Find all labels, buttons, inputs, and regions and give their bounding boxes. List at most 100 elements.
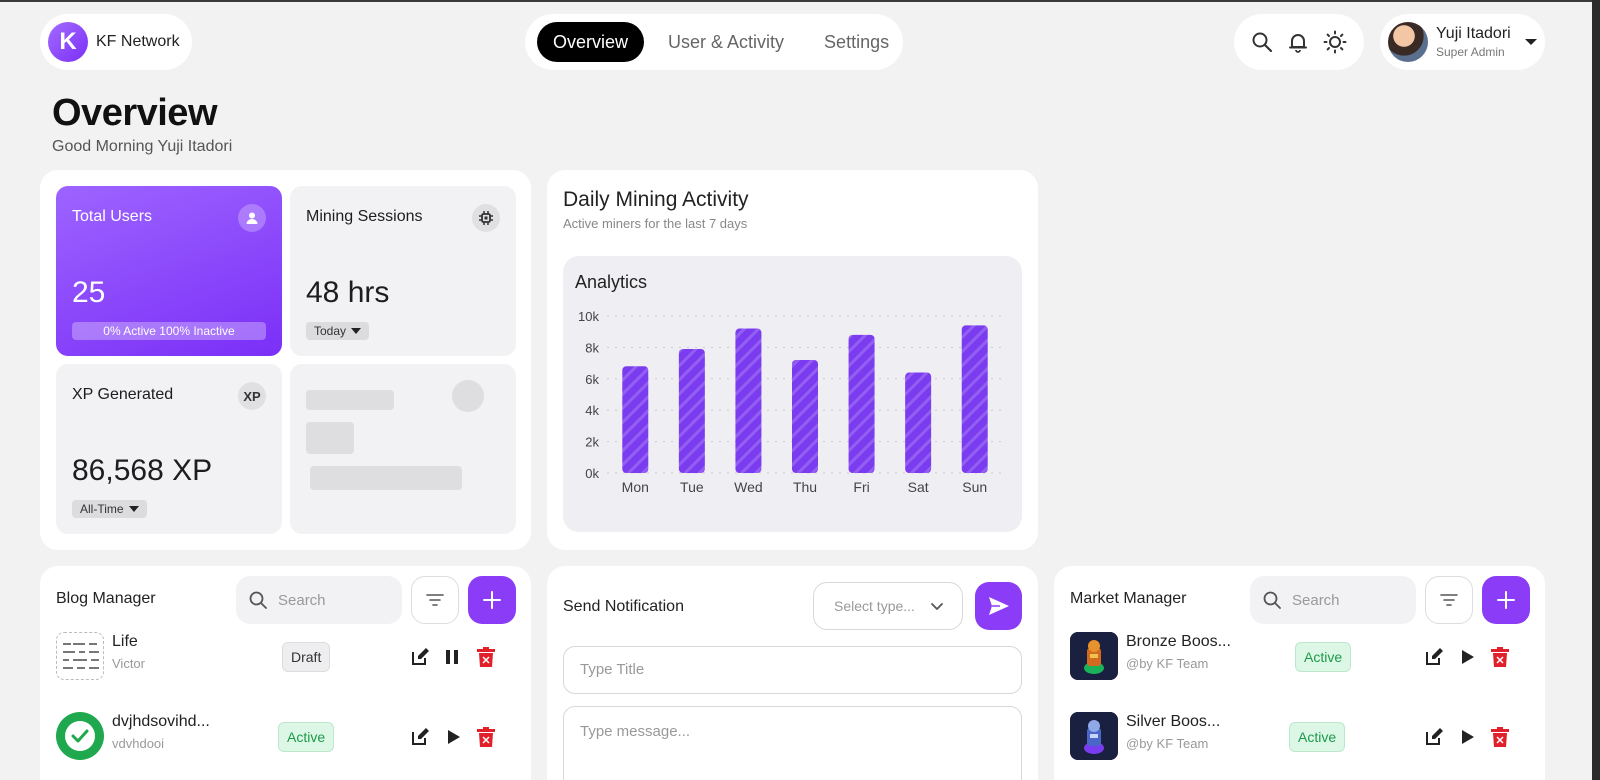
notification-type-select[interactable]: Select type... <box>813 582 963 630</box>
x-tick-label: Thu <box>793 479 817 495</box>
skeleton-block <box>306 422 354 454</box>
pause-icon[interactable] <box>442 647 462 667</box>
brand[interactable]: K KF Network <box>40 14 192 70</box>
y-tick-label: 4k <box>585 403 599 418</box>
mining-sessions-card[interactable]: Mining Sessions 48 hrs Today <box>290 186 516 356</box>
blog-manager-title: Blog Manager <box>56 590 156 607</box>
edit-icon[interactable] <box>1424 727 1444 747</box>
edit-icon[interactable] <box>1424 647 1444 667</box>
greeting: Good Morning Yuji Itadori <box>52 138 233 155</box>
top-nav: Overview User & Activity Settings <box>525 14 903 70</box>
booster-name: Bronze Boos... <box>1126 633 1231 650</box>
user-role: Super Admin <box>1436 45 1505 59</box>
booster-thumbnail <box>1070 712 1118 760</box>
analytics-title: Analytics <box>575 272 648 292</box>
user-menu[interactable]: Yuji Itadori Super Admin <box>1380 14 1545 70</box>
blog-manager-panel: Blog Manager Search Life Victor Draft dv… <box>40 566 531 780</box>
filter-icon <box>1440 594 1458 606</box>
play-icon[interactable] <box>1458 727 1478 747</box>
delete-icon[interactable] <box>476 727 496 747</box>
blog-filter-button[interactable] <box>411 576 459 624</box>
market-manager-panel: Market Manager Search Bronze Boos... @by… <box>1054 566 1545 780</box>
x-tick-label: Wed <box>734 479 763 495</box>
market-filter-button[interactable] <box>1425 576 1473 624</box>
users-activity-ratio: 0% Active 100% Inactive <box>72 322 266 340</box>
chart-bar <box>735 328 762 473</box>
add-blog-button[interactable] <box>468 576 516 624</box>
blog-row[interactable]: Life Victor Draft <box>56 628 515 680</box>
loading-skeleton-card <box>290 364 516 534</box>
notification-message-input[interactable]: Type message... <box>563 706 1022 780</box>
brand-name: KF Network <box>96 33 180 50</box>
delete-icon[interactable] <box>1490 647 1510 667</box>
market-manager-title: Market Manager <box>1070 590 1187 607</box>
mining-period-label: Today <box>314 324 347 338</box>
notification-title-input[interactable]: Type Title <box>563 646 1022 694</box>
market-row[interactable]: Bronze Boos... @by KF Team Active <box>1070 628 1529 680</box>
y-tick-label: 10k <box>578 309 599 324</box>
send-button[interactable] <box>975 582 1022 630</box>
caret-down-icon <box>351 328 362 334</box>
stats-panel: Total Users 25 0% Active 100% Inactive M… <box>40 170 531 550</box>
avatar <box>1388 22 1428 62</box>
search-icon <box>249 591 267 609</box>
play-icon[interactable] <box>1458 647 1478 667</box>
status-badge: Draft <box>282 642 331 672</box>
x-tick-label: Tue <box>680 479 704 495</box>
tab-overview[interactable]: Overview <box>537 22 645 62</box>
send-notification-panel: Send Notification Select type... Type Ti… <box>547 566 1038 780</box>
plus-icon <box>1497 591 1515 609</box>
chevron-down-icon[interactable] <box>1524 39 1537 45</box>
edit-icon[interactable] <box>410 647 430 667</box>
blog-name: Life <box>112 633 138 650</box>
market-search-placeholder: Search <box>1292 591 1340 609</box>
mining-sessions-label: Mining Sessions <box>306 208 423 225</box>
xp-generated-card[interactable]: XP Generated XP 86,568 XP All-Time <box>56 364 282 534</box>
chart-bar <box>792 359 818 473</box>
page-title: Overview <box>52 92 218 134</box>
status-badge: Active <box>278 722 335 752</box>
xp-period-dropdown[interactable]: All-Time <box>72 500 147 518</box>
plus-icon <box>483 591 501 609</box>
play-icon[interactable] <box>444 727 464 747</box>
mining-sessions-value: 48 hrs <box>306 276 390 309</box>
chart-bar <box>961 325 988 473</box>
y-tick-label: 2k <box>585 435 599 450</box>
xp-icon: XP <box>238 382 266 410</box>
blog-name: dvjhdsovihd... <box>112 713 210 730</box>
y-tick-label: 8k <box>585 340 599 355</box>
blog-row[interactable]: dvjhdsovihd... vdvhdooi Active <box>56 708 515 760</box>
mining-period-dropdown[interactable]: Today <box>306 322 370 340</box>
chart-panel-subtitle: Active miners for the last 7 days <box>563 216 748 231</box>
skeleton-line <box>306 390 394 410</box>
delete-icon[interactable] <box>1490 727 1510 747</box>
booster-thumbnail <box>1070 632 1118 680</box>
edit-icon[interactable] <box>410 727 430 747</box>
daily-mining-panel: Daily Mining Activity Active miners for … <box>547 170 1038 550</box>
blog-thumbnail <box>56 712 104 760</box>
y-tick-label: 6k <box>585 372 599 387</box>
tab-user-activity[interactable]: User & Activity <box>652 22 800 62</box>
blog-author: Victor <box>112 656 145 671</box>
send-notification-title: Send Notification <box>563 598 684 615</box>
skeleton-circle <box>452 380 484 412</box>
blog-search-input[interactable]: Search <box>236 576 402 624</box>
x-tick-label: Mon <box>622 479 649 495</box>
market-search-input[interactable]: Search <box>1250 576 1416 624</box>
booster-creator: @by KF Team <box>1126 736 1209 751</box>
tab-settings[interactable]: Settings <box>808 22 905 62</box>
user-icon <box>238 204 266 232</box>
scrollbar[interactable] <box>1592 0 1600 780</box>
market-row[interactable]: Silver Boos... @by KF Team Active <box>1070 708 1529 760</box>
total-users-card[interactable]: Total Users 25 0% Active 100% Inactive <box>56 186 282 356</box>
toolbar <box>1234 14 1364 70</box>
notification-type-placeholder: Select type... <box>834 598 915 614</box>
bell-icon[interactable] <box>1287 31 1309 53</box>
search-icon[interactable] <box>1251 31 1273 53</box>
filter-icon <box>426 594 444 606</box>
delete-icon[interactable] <box>476 647 496 667</box>
sun-icon[interactable] <box>1323 30 1347 54</box>
add-market-item-button[interactable] <box>1482 576 1530 624</box>
chart-panel-title: Daily Mining Activity <box>563 188 749 211</box>
caret-down-icon <box>128 506 139 512</box>
